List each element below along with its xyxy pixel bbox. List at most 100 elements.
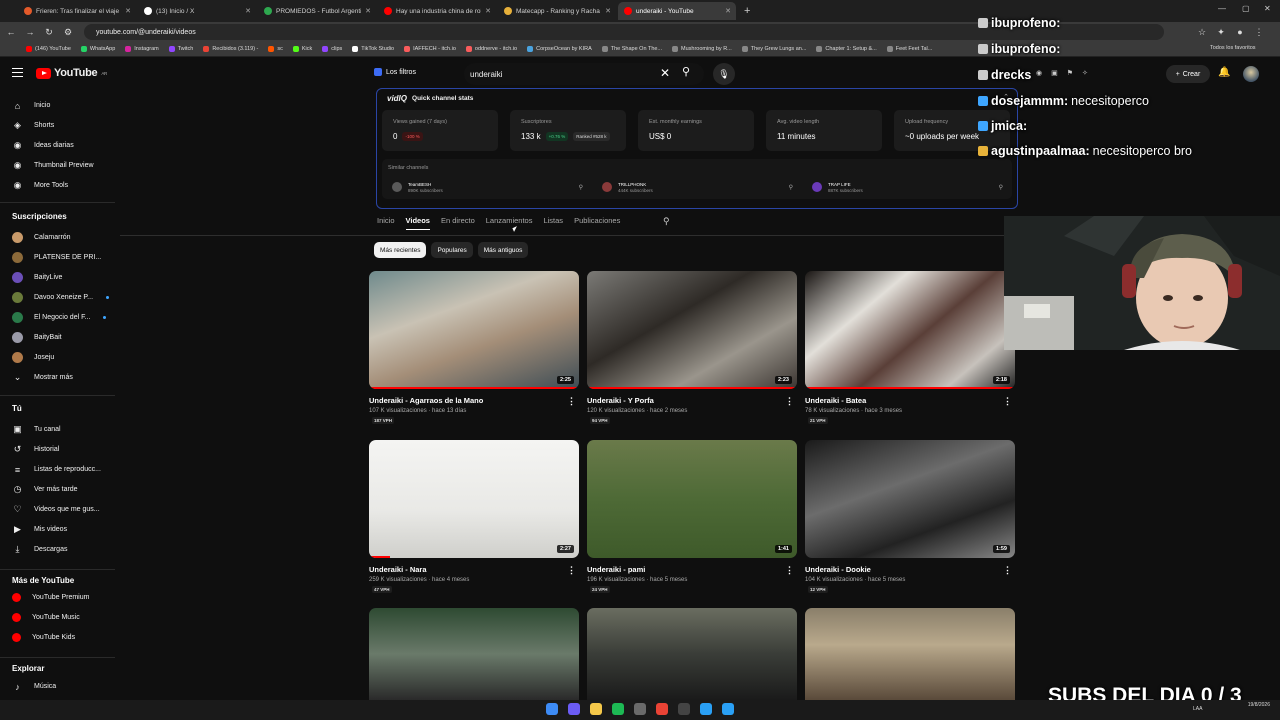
- taskbar-app-icon[interactable]: [546, 703, 558, 715]
- subscription-item[interactable]: Joseju: [12, 352, 54, 363]
- similar-channel[interactable]: TRAP LIFE 887K subscribers ⚲: [812, 180, 1007, 194]
- sidebar-item[interactable]: ♪ Música: [12, 681, 56, 692]
- sidebar-item[interactable]: ◉ Thumbnail Preview: [12, 160, 94, 171]
- filters-button[interactable]: Los filtros: [374, 68, 416, 76]
- taskbar-app-icon[interactable]: [634, 703, 646, 715]
- channel-tab[interactable]: Publicaciones: [574, 216, 620, 230]
- more-options-icon[interactable]: ⋮: [567, 396, 576, 407]
- sidebar-item[interactable]: ◈ Shorts: [12, 120, 54, 131]
- subscription-item[interactable]: Davoo Xeneize P...: [12, 292, 110, 303]
- tab-close-icon[interactable]: ✕: [125, 7, 131, 15]
- show-more-button[interactable]: ⌄ Mostrar más: [12, 372, 73, 383]
- browser-tab[interactable]: Hay una industria china de rol ✕: [378, 2, 496, 20]
- video-thumbnail[interactable]: 2:25: [369, 271, 579, 389]
- sort-chip[interactable]: Más recientes: [374, 242, 427, 258]
- more-options-icon[interactable]: ⋮: [785, 565, 794, 576]
- tab-close-icon[interactable]: ✕: [365, 7, 371, 15]
- you-heading[interactable]: Tú: [12, 404, 22, 413]
- sidebar-item[interactable]: ♡ Videos que me gus...: [12, 504, 99, 515]
- collapse-icon[interactable]: ⌃: [1003, 93, 1009, 101]
- tab-close-icon[interactable]: ✕: [605, 7, 611, 15]
- bookmark-item[interactable]: Feet Feet Tal...: [886, 46, 932, 52]
- browser-tab[interactable]: (13) Inicio / X ✕: [138, 2, 256, 20]
- channel-tab[interactable]: En directo: [441, 216, 475, 230]
- bookmark-item[interactable]: Chapter 1: Setup &...: [816, 46, 877, 52]
- more-options-icon[interactable]: ⋮: [1003, 565, 1012, 576]
- bookmark-item[interactable]: Kick: [292, 46, 312, 52]
- tab-close-icon[interactable]: ✕: [725, 7, 731, 15]
- address-bar[interactable]: youtube.com/@underaiki/videos: [84, 24, 1164, 40]
- subscription-item[interactable]: BaityLive: [12, 272, 62, 283]
- sort-chip[interactable]: Populares: [431, 242, 473, 258]
- browser-tab[interactable]: Matecapp - Ranking y Racha de ✕: [498, 2, 616, 20]
- maximize-icon[interactable]: ▢: [1242, 4, 1250, 13]
- taskbar-app-icon[interactable]: [590, 703, 602, 715]
- pin-icon[interactable]: ⚲: [999, 184, 1003, 191]
- close-window-icon[interactable]: ✕: [1264, 4, 1271, 13]
- clear-search-icon[interactable]: ✕: [660, 66, 670, 80]
- tab-close-icon[interactable]: ✕: [485, 7, 491, 15]
- microphone-icon[interactable]: 🎙: [713, 63, 735, 85]
- video-thumbnail[interactable]: 2:23: [587, 271, 797, 389]
- video-thumbnail[interactable]: [805, 608, 1015, 700]
- video-title[interactable]: Underaiki - Y Porfa: [587, 396, 654, 405]
- video-thumbnail[interactable]: [587, 608, 797, 700]
- channel-tab[interactable]: Listas: [543, 216, 563, 230]
- sidebar-item[interactable]: YouTube Music: [12, 613, 80, 622]
- video-title[interactable]: Underaiki - Batea: [805, 396, 866, 405]
- video-thumbnail[interactable]: 2:27: [369, 440, 579, 558]
- bookmark-item[interactable]: clips: [322, 46, 342, 52]
- clock[interactable]: 19/8/2026: [1248, 702, 1270, 709]
- video-thumbnail[interactable]: 2:18: [805, 271, 1015, 389]
- bookmark-item[interactable]: sc: [268, 46, 283, 52]
- bookmark-item[interactable]: (146) YouTube: [26, 46, 71, 52]
- extensions-icon[interactable]: ✦: [1213, 27, 1229, 38]
- site-info-icon[interactable]: ⚙: [60, 27, 76, 38]
- taskbar-app-icon[interactable]: [700, 703, 712, 715]
- new-tab-icon[interactable]: +: [744, 5, 750, 17]
- menu-hamburger-icon[interactable]: [12, 68, 23, 77]
- video-thumbnail[interactable]: [369, 608, 579, 700]
- sidebar-item[interactable]: ⌂ Inicio: [12, 100, 51, 111]
- channel-search-icon[interactable]: ⚲: [663, 216, 670, 227]
- vidiq-icon-4[interactable]: ✧: [1082, 69, 1088, 77]
- vidiq-icon-1[interactable]: ◉: [1036, 69, 1042, 77]
- sidebar-item[interactable]: ≡ Listas de reproducc...: [12, 464, 101, 475]
- subscription-item[interactable]: El Negocio del F...: [12, 312, 107, 323]
- channel-tab[interactable]: Videos: [405, 216, 430, 230]
- channel-tab[interactable]: Lanzamientos: [486, 216, 533, 230]
- bookmark-item[interactable]: The Shape On The...: [601, 46, 662, 52]
- browser-tab[interactable]: underaiki - YouTube ✕: [618, 2, 736, 20]
- sidebar-item[interactable]: YouTube Premium: [12, 593, 89, 602]
- sidebar-item[interactable]: YouTube Kids: [12, 633, 75, 642]
- bookmark-item[interactable]: Instagram: [125, 46, 159, 52]
- sidebar-item[interactable]: ▣ Tu canal: [12, 424, 60, 435]
- taskbar-app-icon[interactable]: [722, 703, 734, 715]
- pin-icon[interactable]: ⚲: [579, 184, 583, 191]
- sidebar-item[interactable]: ⤓ Descargas: [12, 544, 68, 555]
- video-thumbnail[interactable]: 1:41: [587, 440, 797, 558]
- similar-channel[interactable]: TeamBESH 890K subscribers ⚲: [392, 180, 587, 194]
- sidebar-item[interactable]: ◉ Ideas diarias: [12, 140, 74, 151]
- create-button[interactable]: + Crear: [1166, 65, 1210, 83]
- channel-tab[interactable]: Inicio: [377, 216, 395, 230]
- video-title[interactable]: Underaiki - Agarraos de la Mano: [369, 396, 483, 405]
- minimize-icon[interactable]: —: [1218, 4, 1226, 13]
- bookmark-item[interactable]: IAFFECH - itch.io: [404, 46, 456, 52]
- vidiq-icon-2[interactable]: ▣: [1051, 69, 1058, 77]
- more-options-icon[interactable]: ⋮: [1003, 396, 1012, 407]
- subscription-item[interactable]: BaityBait: [12, 332, 62, 343]
- subscriptions-heading[interactable]: Suscripciones: [12, 212, 67, 221]
- youtube-logo[interactable]: YouTube AR: [36, 67, 107, 79]
- video-title[interactable]: Underaiki - Dookie: [805, 565, 871, 574]
- pin-icon[interactable]: ⚲: [789, 184, 793, 191]
- notifications-bell-icon[interactable]: 🔔: [1218, 67, 1230, 78]
- browser-tab[interactable]: Frieren: Tras finalizar el viaje en ✕: [18, 2, 136, 20]
- taskbar-app-icon[interactable]: [656, 703, 668, 715]
- reload-icon[interactable]: ↻: [41, 27, 57, 38]
- video-title[interactable]: Underaiki - pami: [587, 565, 645, 574]
- bookmark-item[interactable]: CorpseOcean by KIRA: [527, 46, 592, 52]
- more-options-icon[interactable]: ⋮: [785, 396, 794, 407]
- subscription-item[interactable]: Calamarrón: [12, 232, 71, 243]
- bookmark-item[interactable]: They Grew Lungs an...: [741, 46, 806, 52]
